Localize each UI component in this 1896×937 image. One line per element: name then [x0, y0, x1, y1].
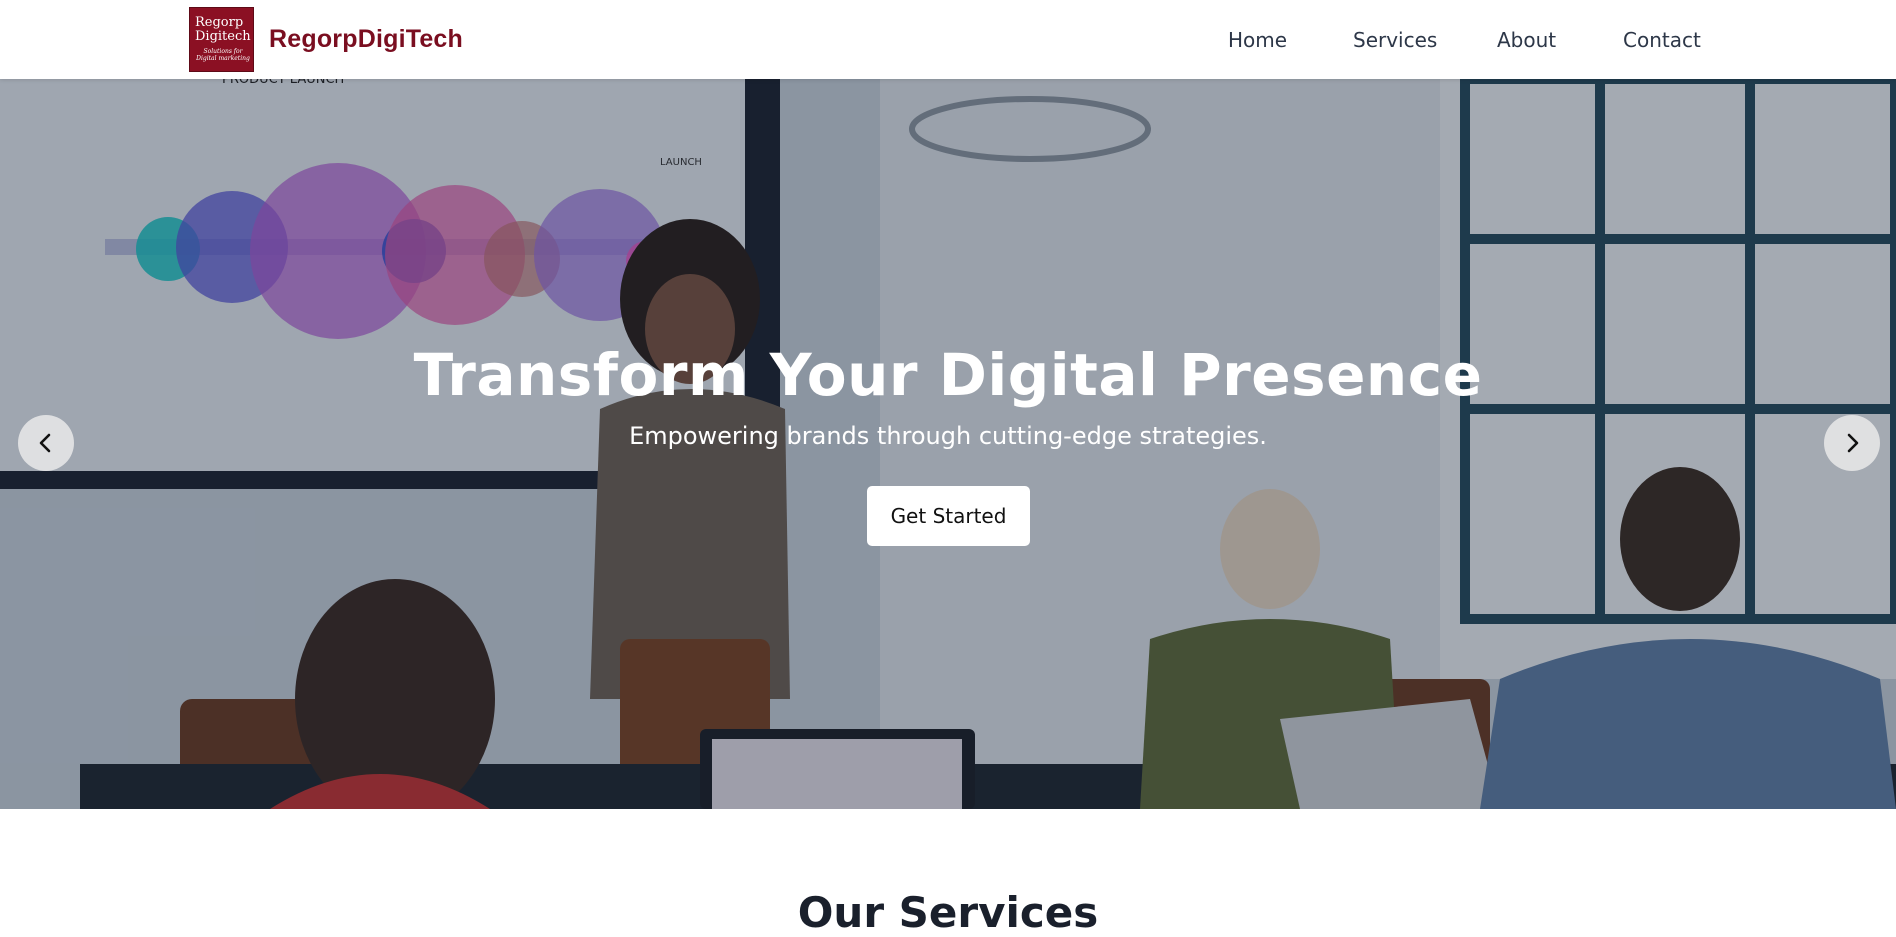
hero-title: Transform Your Digital Presence [413, 341, 1483, 409]
site-header: Regorp Digitech Solutions for Digital ma… [0, 0, 1896, 79]
nav-about[interactable]: About [1497, 28, 1556, 52]
carousel-prev-button[interactable] [18, 415, 74, 471]
nav-home[interactable]: Home [1228, 28, 1287, 52]
hero-subtitle: Empowering brands through cutting-edge s… [629, 422, 1267, 450]
services-section-title: Our Services [797, 888, 1099, 937]
logo-text-line2: Digitech [195, 29, 251, 44]
chevron-left-icon [39, 433, 51, 453]
nav-services[interactable]: Services [1353, 28, 1437, 52]
logo-text-line1: Regorp [195, 15, 244, 30]
carousel-next-button[interactable] [1824, 415, 1880, 471]
get-started-button[interactable]: Get Started [867, 486, 1030, 546]
logo[interactable]: Regorp Digitech Solutions for Digital ma… [189, 7, 254, 72]
brand-name[interactable]: RegorpDigiTech [269, 25, 463, 54]
logo-tagline: Solutions for Digital marketing [196, 48, 250, 62]
chevron-right-icon [1847, 433, 1859, 453]
nav-contact[interactable]: Contact [1623, 28, 1701, 52]
hero-carousel: LAUNCH PRODUCT LAUNCH Transform Your Dig… [0, 79, 1896, 809]
